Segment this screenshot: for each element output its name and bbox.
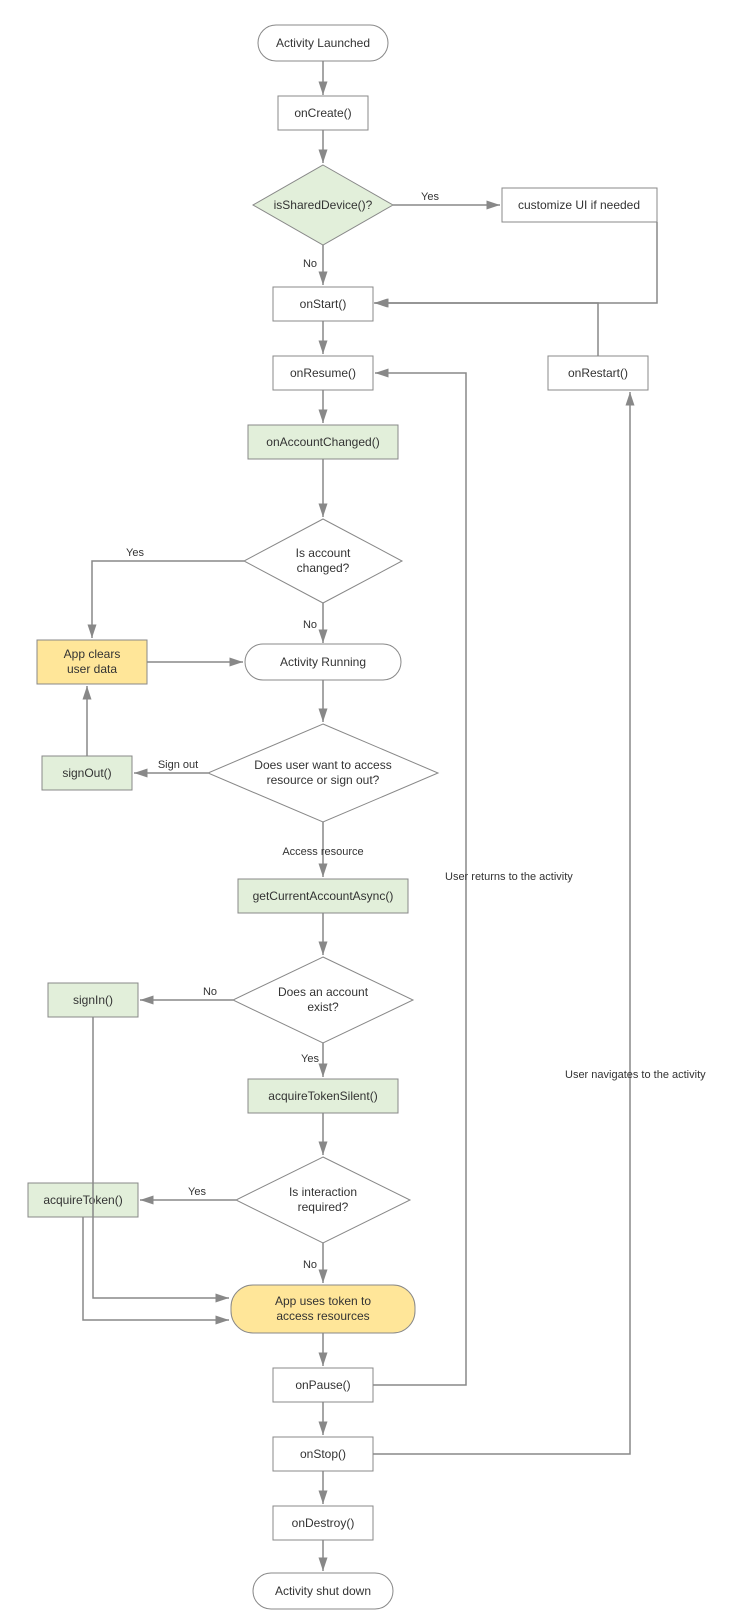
label-acquire-token: acquireToken() — [43, 1193, 122, 1207]
label-get-current-account: getCurrentAccountAsync() — [253, 889, 394, 903]
label-on-create: onCreate() — [294, 106, 351, 120]
label-app-clears-2: user data — [67, 662, 117, 676]
edge-signout: Sign out — [158, 759, 198, 771]
label-is-account-changed-1: Is account — [296, 546, 351, 560]
label-on-account-changed: onAccountChanged() — [266, 435, 379, 449]
label-on-resume: onResume() — [290, 366, 356, 380]
label-app-uses-1: App uses token to — [275, 1294, 371, 1308]
label-is-account-changed-2: changed? — [297, 561, 350, 575]
label-customize-ui: customize UI if needed — [518, 198, 640, 212]
label-sign-out: signOut() — [62, 766, 111, 780]
edge-user-navigates: User navigates to the activity — [565, 1069, 706, 1081]
edge-yes-1: Yes — [421, 191, 439, 203]
edge-yes-2: Yes — [126, 547, 144, 559]
label-on-restart: onRestart() — [568, 366, 628, 380]
edge-yes-3: Yes — [301, 1053, 319, 1065]
label-user-want-2: resource or sign out? — [267, 773, 380, 787]
flowchart-diagram: Activity Launched onCreate() isSharedDev… — [0, 0, 740, 1615]
edge-no-4: No — [303, 1259, 317, 1271]
label-on-pause: onPause() — [295, 1378, 350, 1392]
edge-access-resource: Access resource — [282, 846, 363, 858]
edge-yes-4: Yes — [188, 1186, 206, 1198]
edge-no-1: No — [303, 258, 317, 270]
label-account-exist-2: exist? — [307, 1000, 339, 1014]
label-activity-running: Activity Running — [280, 655, 366, 669]
label-is-shared-device: isSharedDevice()? — [274, 198, 373, 212]
label-interaction-1: Is interaction — [289, 1185, 357, 1199]
edge-no-2: No — [303, 619, 317, 631]
edge-no-3: No — [203, 986, 217, 998]
label-activity-shutdown: Activity shut down — [275, 1584, 371, 1598]
edge-user-returns-h: User returns to the activity — [445, 871, 573, 883]
label-account-exist-1: Does an account — [278, 985, 369, 999]
label-interaction-2: required? — [298, 1200, 349, 1214]
label-acquire-token-silent: acquireTokenSilent() — [268, 1089, 377, 1103]
label-sign-in: signIn() — [73, 993, 113, 1007]
label-app-clears-1: App clears — [64, 647, 121, 661]
label-user-want-1: Does user want to access — [254, 758, 391, 772]
label-on-destroy: onDestroy() — [292, 1516, 355, 1530]
label-activity-launched: Activity Launched — [276, 36, 370, 50]
label-on-start: onStart() — [300, 297, 347, 311]
label-on-stop: onStop() — [300, 1447, 346, 1461]
label-app-uses-2: access resources — [276, 1309, 369, 1323]
